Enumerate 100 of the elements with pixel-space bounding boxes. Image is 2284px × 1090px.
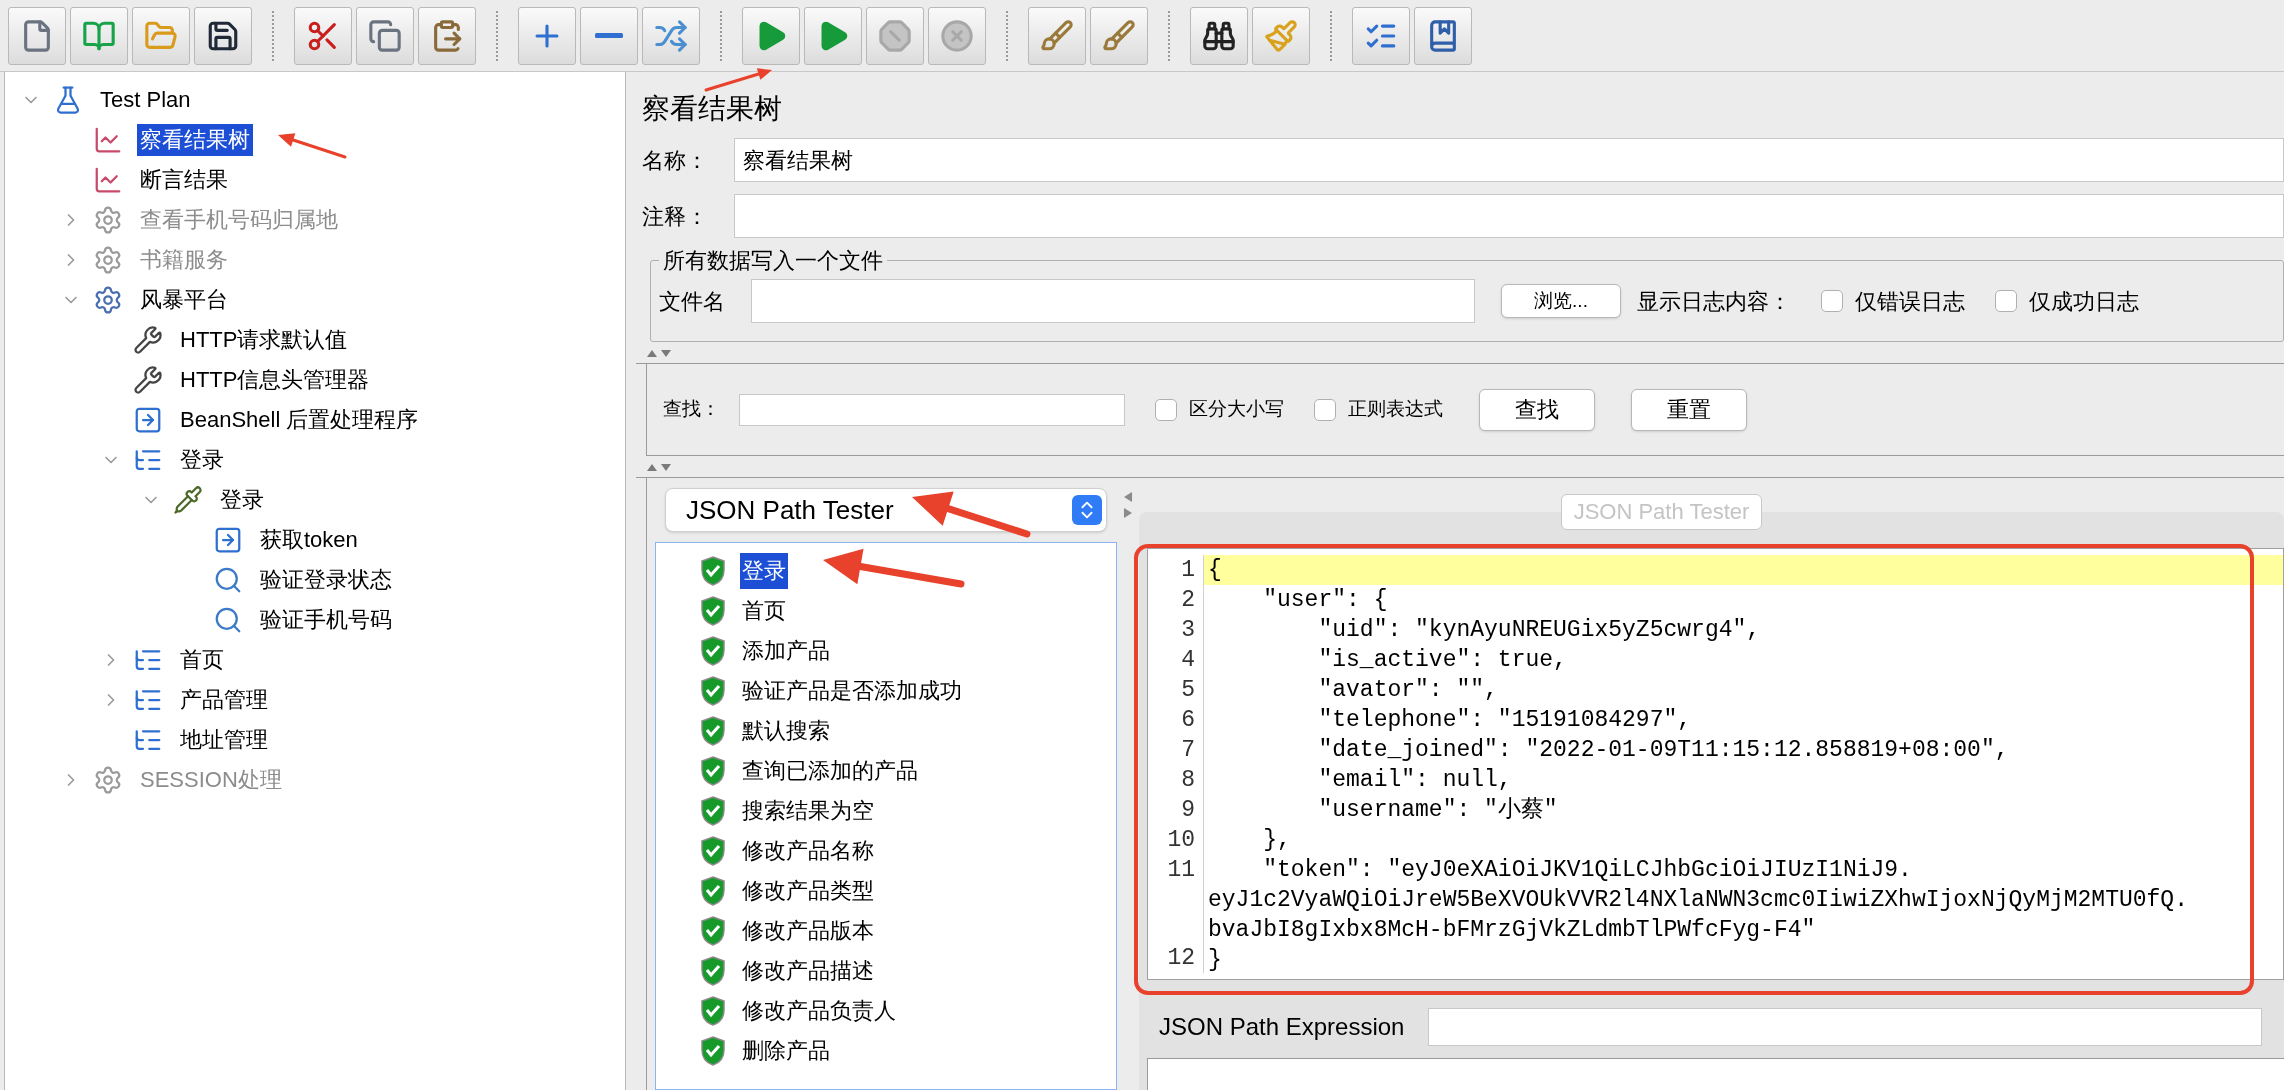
search-label: 查找： xyxy=(663,397,721,422)
tree-item[interactable]: 验证手机号码 xyxy=(257,604,395,636)
tree-item[interactable]: 获取token xyxy=(257,524,361,556)
tree-item[interactable]: 察看结果树 xyxy=(137,124,253,156)
chart-icon xyxy=(93,125,123,155)
code-line: "username": "小蔡" xyxy=(1317,796,1558,825)
code-line: }, xyxy=(1262,826,1291,855)
result-item[interactable]: 修改产品名称 xyxy=(740,833,876,869)
tree-item[interactable]: 登录 xyxy=(217,484,267,516)
renderer-dropdown[interactable]: JSON Path Tester xyxy=(665,488,1107,532)
result-item[interactable]: 验证产品是否添加成功 xyxy=(740,673,964,709)
toolbar-button[interactable] xyxy=(1414,6,1472,65)
result-item[interactable]: 搜索结果为空 xyxy=(740,793,876,829)
tree-item[interactable]: 地址管理 xyxy=(177,724,271,756)
code-line: "is_active": true, xyxy=(1317,646,1567,675)
result-item[interactable]: 首页 xyxy=(740,593,788,629)
name-field[interactable]: 察看结果树 xyxy=(734,138,2284,182)
gear-icon xyxy=(93,765,123,795)
splitter-arrows-icon[interactable] xyxy=(646,461,672,472)
code-line: "email": null, xyxy=(1317,766,1512,795)
result-item[interactable]: 修改产品负责人 xyxy=(740,993,898,1029)
field-label: 注释： xyxy=(642,202,709,231)
result-item[interactable]: 删除产品 xyxy=(740,1033,832,1069)
line-number: 11 xyxy=(1167,857,1195,883)
tree-item[interactable]: 风暴平台 xyxy=(137,284,231,316)
success-shield-icon xyxy=(700,756,726,786)
line-number: 5 xyxy=(1181,677,1195,703)
search-action-button[interactable]: 重置 xyxy=(1631,388,1747,431)
tree-item[interactable]: 验证登录状态 xyxy=(257,564,395,596)
copy-icon xyxy=(368,18,402,53)
wrench-icon xyxy=(133,365,163,395)
tree-item[interactable]: BeanShell 后置处理程序 xyxy=(177,404,422,436)
pipette-icon xyxy=(173,485,203,515)
success-shield-icon xyxy=(700,636,726,666)
success-shield-icon xyxy=(700,716,726,746)
result-item[interactable]: 添加产品 xyxy=(740,633,832,669)
line-number: 2 xyxy=(1181,587,1195,613)
line-number: 1 xyxy=(1181,557,1195,583)
browse-button[interactable]: 浏览... xyxy=(1501,284,1621,318)
checkbox-label: 仅错误日志 xyxy=(1855,287,1965,316)
code-line: "avator": "", xyxy=(1317,676,1498,705)
code-line: bvaJbI8gIxbx8McH-bFMrzGjVkZLdmbTlPWfcFyg-F4" xyxy=(1208,916,1816,945)
tree-item[interactable]: HTTP信息头管理器 xyxy=(177,364,373,396)
gear-icon xyxy=(93,245,123,275)
tree-item[interactable]: 首页 xyxy=(177,644,227,676)
checkbox[interactable] xyxy=(1995,290,2017,312)
annotation-arrow xyxy=(278,133,347,159)
toolbar-button[interactable] xyxy=(1190,6,1248,65)
result-item[interactable]: 修改产品类型 xyxy=(740,873,876,909)
result-item[interactable]: 默认搜索 xyxy=(740,713,832,749)
tree-item[interactable]: 产品管理 xyxy=(177,684,271,716)
tree-item[interactable]: 登录 xyxy=(177,444,227,476)
success-shield-icon xyxy=(700,916,726,946)
success-shield-icon xyxy=(700,556,726,586)
field-label: 文件名 xyxy=(659,287,726,316)
success-shield-icon xyxy=(700,796,726,826)
result-item[interactable]: 查询已添加的产品 xyxy=(740,753,920,789)
checkbox-label: 区分大小写 xyxy=(1189,397,1284,422)
splitter-arrows-icon[interactable] xyxy=(1122,490,1134,520)
code-line: "date_joined": "2022-01-09T11:15:12.858819+08:00", xyxy=(1317,736,2009,765)
line-number: 3 xyxy=(1181,617,1195,643)
gear-icon xyxy=(93,205,123,235)
result-item[interactable]: 修改产品版本 xyxy=(740,913,876,949)
checkbox-label: 正则表达式 xyxy=(1348,397,1443,422)
field-label: 名称： xyxy=(642,146,709,175)
code-line: "user": { xyxy=(1262,586,1388,615)
toolbar-button[interactable] xyxy=(194,6,252,65)
success-shield-icon xyxy=(700,956,726,986)
chart-icon xyxy=(93,165,123,195)
code-line: { xyxy=(1208,556,1222,585)
line-number: 10 xyxy=(1167,827,1195,853)
close-icon xyxy=(940,18,974,53)
brush-icon xyxy=(1102,18,1136,53)
filename-field[interactable] xyxy=(751,279,1475,323)
log-label: 显示日志内容： xyxy=(1637,287,1791,316)
magnifier-icon xyxy=(213,565,243,595)
tree-item[interactable]: HTTP请求默认值 xyxy=(177,324,351,356)
search-action-button[interactable]: 查找 xyxy=(1479,388,1595,431)
splitter-arrows-icon[interactable] xyxy=(646,347,672,358)
wrench-icon xyxy=(133,325,163,355)
group-title: 所有数据写入一个文件 xyxy=(662,247,884,275)
comment-field[interactable] xyxy=(734,194,2284,238)
expression-field[interactable] xyxy=(1428,1008,2262,1046)
dropdown-stepper-icon xyxy=(1072,495,1102,525)
search-field[interactable] xyxy=(739,393,1125,426)
code-line: "uid": "kynAyuNREUGix5yZ5cwrg4", xyxy=(1317,616,1761,645)
tree-item[interactable]: 断言结果 xyxy=(137,164,231,196)
result-item[interactable]: 登录 xyxy=(740,553,788,589)
tree-item[interactable]: Test Plan xyxy=(97,84,194,116)
success-shield-icon xyxy=(700,676,726,706)
success-shield-icon xyxy=(700,836,726,866)
expression-label: JSON Path Expression xyxy=(1159,1012,1405,1042)
checkbox[interactable] xyxy=(1155,398,1177,421)
arrow-page-icon xyxy=(213,525,243,555)
code-line: } xyxy=(1208,946,1222,975)
success-shield-icon xyxy=(700,996,726,1026)
checkbox[interactable] xyxy=(1821,290,1843,312)
broom-icon xyxy=(1264,18,1298,53)
checkbox[interactable] xyxy=(1314,398,1336,421)
result-item[interactable]: 修改产品描述 xyxy=(740,953,876,989)
